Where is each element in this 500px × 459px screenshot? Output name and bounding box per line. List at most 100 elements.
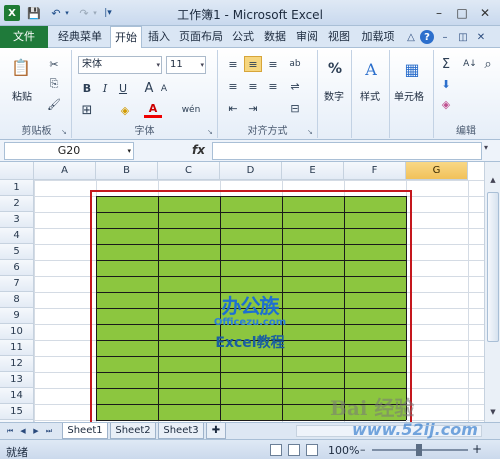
page-break-view-icon[interactable] — [306, 444, 318, 456]
tab-file[interactable]: 文件 — [0, 26, 48, 48]
sort-filter-icon[interactable]: A↓ — [462, 56, 478, 72]
tab-addins[interactable]: 加载项 — [356, 26, 400, 48]
cells-group[interactable]: ▦ 单元格 — [390, 50, 434, 138]
align-middle-icon[interactable]: ≡ — [244, 56, 262, 72]
insert-sheet-icon[interactable]: ✚ — [206, 423, 226, 439]
copy-icon[interactable]: ⎘ — [46, 76, 62, 92]
vertical-scrollbar[interactable]: ▲ ▼ — [484, 162, 500, 422]
alignment-launcher-icon[interactable]: ↘ — [307, 128, 315, 136]
tab-view[interactable]: 视图 — [324, 26, 354, 48]
insert-function-icon[interactable]: fx — [192, 143, 205, 157]
editing-group-label: 编辑 — [456, 126, 476, 137]
shrink-font-icon[interactable]: A — [158, 82, 170, 96]
last-sheet-icon[interactable]: ⏭ — [43, 425, 55, 437]
expand-formula-icon[interactable]: ▾ — [484, 143, 488, 152]
percent-icon[interactable]: % — [322, 56, 348, 82]
number-label[interactable]: 数字 — [324, 88, 344, 103]
help-icon[interactable]: ? — [420, 30, 434, 44]
bold-button[interactable]: B — [80, 80, 94, 96]
page-layout-view-icon[interactable] — [288, 444, 300, 456]
tab-classic-menu[interactable]: 经典菜单 — [52, 26, 108, 48]
styles-icon[interactable]: A — [358, 56, 384, 82]
tab-home[interactable]: 开始 — [110, 26, 142, 49]
font-size-value: 11 — [170, 59, 183, 70]
italic-button[interactable]: I — [98, 80, 112, 96]
autosum-icon[interactable]: Σ — [438, 56, 454, 72]
styles-label[interactable]: 样式 — [360, 88, 380, 103]
align-center-icon[interactable]: ≡ — [244, 78, 262, 94]
font-color-icon[interactable]: A — [144, 102, 162, 118]
phonetic-icon[interactable]: wén — [178, 102, 204, 118]
cells-label[interactable]: 单元格 — [394, 88, 424, 103]
tab-page-layout[interactable]: 页面布局 — [176, 26, 226, 48]
prev-sheet-icon[interactable]: ◀ — [17, 425, 29, 437]
font-group-label: 字体 — [134, 126, 155, 137]
workbook-close-icon[interactable]: ✕ — [474, 30, 488, 44]
sheet-tab-sheet3[interactable]: Sheet3 — [158, 423, 204, 439]
sheet-tab-sheet1[interactable]: Sheet1 — [62, 423, 108, 439]
chevron-down-icon[interactable]: ▾ — [127, 143, 131, 159]
scroll-up-icon[interactable]: ▲ — [487, 176, 499, 188]
wrap-text-icon[interactable]: ⇌ — [286, 78, 304, 94]
align-bottom-icon[interactable]: ≡ — [264, 56, 282, 72]
window-title: 工作簿1 - Microsoft Excel — [177, 8, 323, 22]
tab-data[interactable]: 数据 — [260, 26, 290, 48]
close-button[interactable]: ✕ — [474, 4, 496, 22]
find-select-icon[interactable]: ⌕ — [480, 56, 496, 72]
watermark-baidu: Bai 经验 — [330, 396, 415, 420]
align-right-icon[interactable]: ≡ — [264, 78, 282, 94]
clear-icon[interactable]: ◈ — [438, 96, 454, 112]
formula-input[interactable] — [212, 142, 482, 160]
styles-group[interactable]: A 样式 — [352, 50, 390, 138]
font-size-combo[interactable]: 11 ▾ — [166, 56, 206, 74]
formula-bar: G20 ▾ fx ▾ — [0, 140, 500, 162]
scroll-down-icon[interactable]: ▼ — [487, 408, 499, 420]
next-sheet-icon[interactable]: ▶ — [30, 425, 42, 437]
name-box[interactable]: G20 ▾ — [4, 142, 134, 160]
maximize-button[interactable]: □ — [451, 4, 473, 22]
tab-insert[interactable]: 插入 — [144, 26, 174, 48]
chevron-down-icon[interactable]: ▾ — [200, 57, 204, 73]
font-launcher-icon[interactable]: ↘ — [207, 128, 215, 136]
clipboard-launcher-icon[interactable]: ↘ — [61, 128, 69, 136]
normal-view-icon[interactable] — [270, 444, 282, 456]
align-left-icon[interactable]: ≡ — [224, 78, 242, 94]
ribbon-minimize-icon[interactable]: △ — [404, 30, 418, 44]
tab-formulas[interactable]: 公式 — [228, 26, 258, 48]
zoom-slider-thumb[interactable] — [416, 444, 422, 456]
decrease-indent-icon[interactable]: ⇤ — [224, 100, 242, 116]
underline-button[interactable]: U — [116, 80, 130, 96]
cells-icon[interactable]: ▦ — [399, 56, 425, 82]
number-group[interactable]: % 数字 — [318, 50, 352, 138]
merge-center-icon[interactable]: ⊟ — [286, 100, 304, 116]
format-painter-icon[interactable]: 🖌 — [46, 96, 62, 112]
cut-icon[interactable]: ✂ — [46, 56, 62, 72]
paste-icon[interactable]: 📋 — [8, 54, 34, 80]
zoom-out-button[interactable]: – — [360, 443, 366, 456]
tab-review[interactable]: 审阅 — [292, 26, 322, 48]
align-top-icon[interactable]: ≡ — [224, 56, 242, 72]
orientation-icon[interactable]: ab — [286, 56, 304, 72]
fill-color-icon[interactable]: ◈ — [116, 102, 134, 118]
alignment-group: ≡ ≡ ≡ ab ≡ ≡ ≡ ⇌ ⇤ ⇥ ⊟ 对齐方式 ↘ — [218, 50, 318, 138]
watermark-site: www.52ij.com — [352, 420, 478, 439]
grow-font-icon[interactable]: A — [142, 80, 156, 96]
minimize-button[interactable]: – — [428, 4, 450, 22]
font-name-combo[interactable]: 宋体 ▾ — [78, 56, 162, 74]
editing-group: Σ ⬇ ◈ A↓ ⌕ 编辑 — [434, 50, 498, 138]
workbook-restore-icon[interactable]: ◫ — [456, 30, 470, 44]
watermark-logo: 办公族 Officezu.com — [207, 290, 293, 328]
ribbon: 📋 粘贴 ✂ ⎘ 🖌 剪贴板 ↘ 宋体 ▾ 11 ▾ B I U A A ⊞ ◈… — [0, 48, 500, 140]
title-bar: X 💾 ↶ ▾ ↷ ▾ |▾ 工作簿1 - Microsoft Excel – … — [0, 0, 500, 26]
zoom-level[interactable]: 100% — [328, 444, 359, 457]
workbook-minimize-icon[interactable]: – — [438, 30, 452, 44]
chevron-down-icon[interactable]: ▾ — [156, 57, 160, 73]
vertical-scroll-thumb[interactable] — [487, 192, 499, 342]
border-icon[interactable]: ⊞ — [78, 102, 96, 118]
fill-down-icon[interactable]: ⬇ — [438, 76, 454, 92]
sheet-tab-sheet2[interactable]: Sheet2 — [110, 423, 156, 439]
paste-label[interactable]: 粘贴 — [12, 88, 32, 103]
zoom-in-button[interactable]: + — [472, 442, 482, 456]
first-sheet-icon[interactable]: ⏮ — [4, 425, 16, 437]
increase-indent-icon[interactable]: ⇥ — [244, 100, 262, 116]
